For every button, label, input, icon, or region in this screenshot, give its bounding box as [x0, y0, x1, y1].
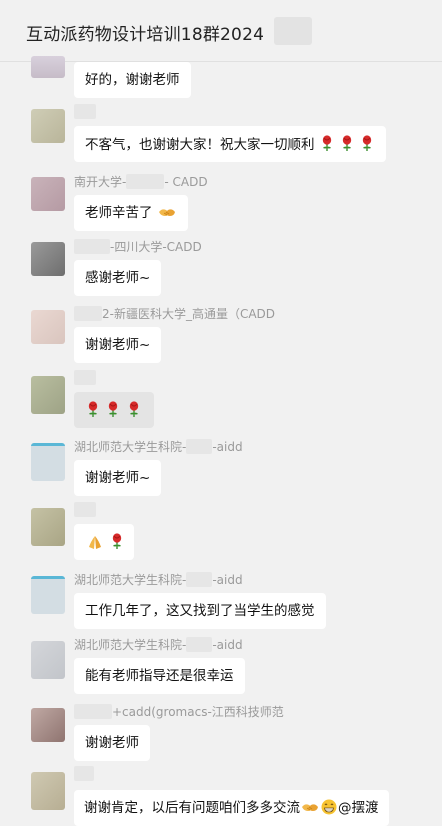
avatar[interactable]	[31, 708, 65, 742]
message-bubble[interactable]: 感谢老师~	[74, 260, 162, 296]
sender-name-part: 湖北师范大学生科院-	[74, 440, 187, 454]
grinning-emoji-icon	[321, 799, 337, 815]
blurred-member-count	[274, 17, 312, 45]
avatar[interactable]	[31, 56, 65, 78]
rose-emoji-icon	[128, 400, 139, 418]
message-text: 谢谢老师~	[85, 337, 151, 353]
rose-emoji-icon	[362, 134, 373, 152]
blurred-name	[74, 766, 94, 781]
handshake-emoji-icon	[158, 208, 176, 217]
handshake-emoji-icon	[301, 803, 319, 812]
rose-emoji-icon	[108, 400, 119, 418]
blurred-name	[74, 704, 112, 719]
avatar[interactable]	[31, 443, 65, 481]
message-text: 谢谢老师~	[85, 470, 151, 486]
sender-name: 湖北师范大学生科院- -aidd	[74, 438, 243, 455]
sender-name: 湖北师范大学生科院- -aidd	[74, 571, 243, 588]
sender-name-part: +cadd(gromacs-江西科技师范	[112, 705, 284, 719]
avatar[interactable]	[31, 177, 65, 211]
message-bubble[interactable]: 谢谢老师	[74, 725, 150, 761]
message-bubble[interactable]: 不客气，也谢谢大家！祝大家一切顺利	[74, 126, 387, 162]
sender-name-part: -aidd	[212, 638, 243, 652]
message-text: 工作几年了，这又找到了当学生的感觉	[85, 603, 315, 619]
avatar[interactable]	[31, 576, 65, 614]
blurred-name	[74, 502, 96, 517]
sender-name	[74, 370, 96, 385]
mention-text[interactable]: @摆渡	[338, 800, 379, 816]
avatar[interactable]	[31, 772, 65, 810]
sender-name-part: 南开大学-	[74, 175, 127, 189]
message-bubble[interactable]: 谢谢老师~	[74, 460, 162, 496]
message-text: 谢谢老师	[85, 735, 139, 751]
message-bubble[interactable]: 好的，谢谢老师	[74, 62, 191, 98]
blurred-name	[74, 370, 96, 385]
rose-emoji-icon	[342, 134, 352, 152]
sender-name-part: -aidd	[212, 440, 243, 454]
blurred-name	[74, 239, 110, 254]
rose-emoji-icon	[321, 134, 332, 152]
sender-name-part: 湖北师范大学生科院-	[74, 573, 187, 587]
avatar[interactable]	[31, 310, 65, 344]
message-bubble[interactable]	[74, 524, 134, 560]
sender-name	[74, 104, 96, 119]
sender-name-part: - CADD	[164, 175, 208, 189]
blurred-name	[186, 637, 213, 652]
sender-name: -四川大学-CADD	[74, 238, 202, 255]
sender-name-part: 湖北师范大学生科院-	[74, 638, 187, 652]
avatar[interactable]	[31, 508, 65, 546]
sender-name-part: 2-新疆医科大学_高通量（CADD	[102, 307, 276, 321]
folded-hands-emoji-icon	[89, 536, 101, 549]
sender-name: 湖北师范大学生科院- -aidd	[74, 636, 243, 653]
sender-name: +cadd(gromacs-江西科技师范	[74, 703, 284, 720]
rose-emoji-icon	[88, 400, 98, 418]
message-bubble[interactable]: 能有老师指导还是很幸运	[74, 658, 245, 694]
blurred-name	[186, 439, 213, 454]
blurred-name	[74, 104, 96, 119]
message-text: 能有老师指导还是很幸运	[85, 668, 234, 684]
rose-emoji-icon	[112, 532, 123, 550]
sender-name-part: -四川大学-CADD	[110, 240, 202, 254]
message-text: 好的，谢谢老师	[85, 72, 180, 88]
chat-header: 互动派药物设计培训18群2024	[0, 0, 442, 62]
avatar[interactable]	[31, 641, 65, 679]
sender-name-part: -aidd	[212, 573, 243, 587]
sender-name: 2-新疆医科大学_高通量（CADD	[74, 305, 275, 322]
avatar[interactable]	[31, 376, 65, 414]
sender-name	[74, 502, 96, 517]
blurred-name	[186, 572, 213, 587]
message-bubble[interactable]: 工作几年了，这又找到了当学生的感觉	[74, 593, 326, 629]
message-bubble[interactable]: 谢谢肯定，以后有问题咱们多多交流 @摆渡	[74, 790, 389, 826]
message-text: 老师辛苦了	[85, 205, 153, 221]
sender-name	[74, 766, 94, 781]
message-bubble[interactable]: 老师辛苦了	[74, 195, 188, 231]
blurred-name	[126, 174, 165, 189]
message-text: 不客气，也谢谢大家！祝大家一切顺利	[85, 137, 315, 153]
chat-title[interactable]: 互动派药物设计培训18群2024	[26, 20, 264, 45]
message-bubble[interactable]	[74, 392, 154, 428]
sender-name: 南开大学- - CADD	[74, 173, 208, 190]
avatar[interactable]	[31, 242, 65, 276]
message-bubble[interactable]: 谢谢老师~	[74, 327, 162, 363]
message-text: 感谢老师~	[85, 270, 151, 286]
message-text: 谢谢肯定，以后有问题咱们多多交流	[84, 800, 300, 816]
blurred-name	[74, 306, 102, 321]
avatar[interactable]	[31, 109, 65, 143]
